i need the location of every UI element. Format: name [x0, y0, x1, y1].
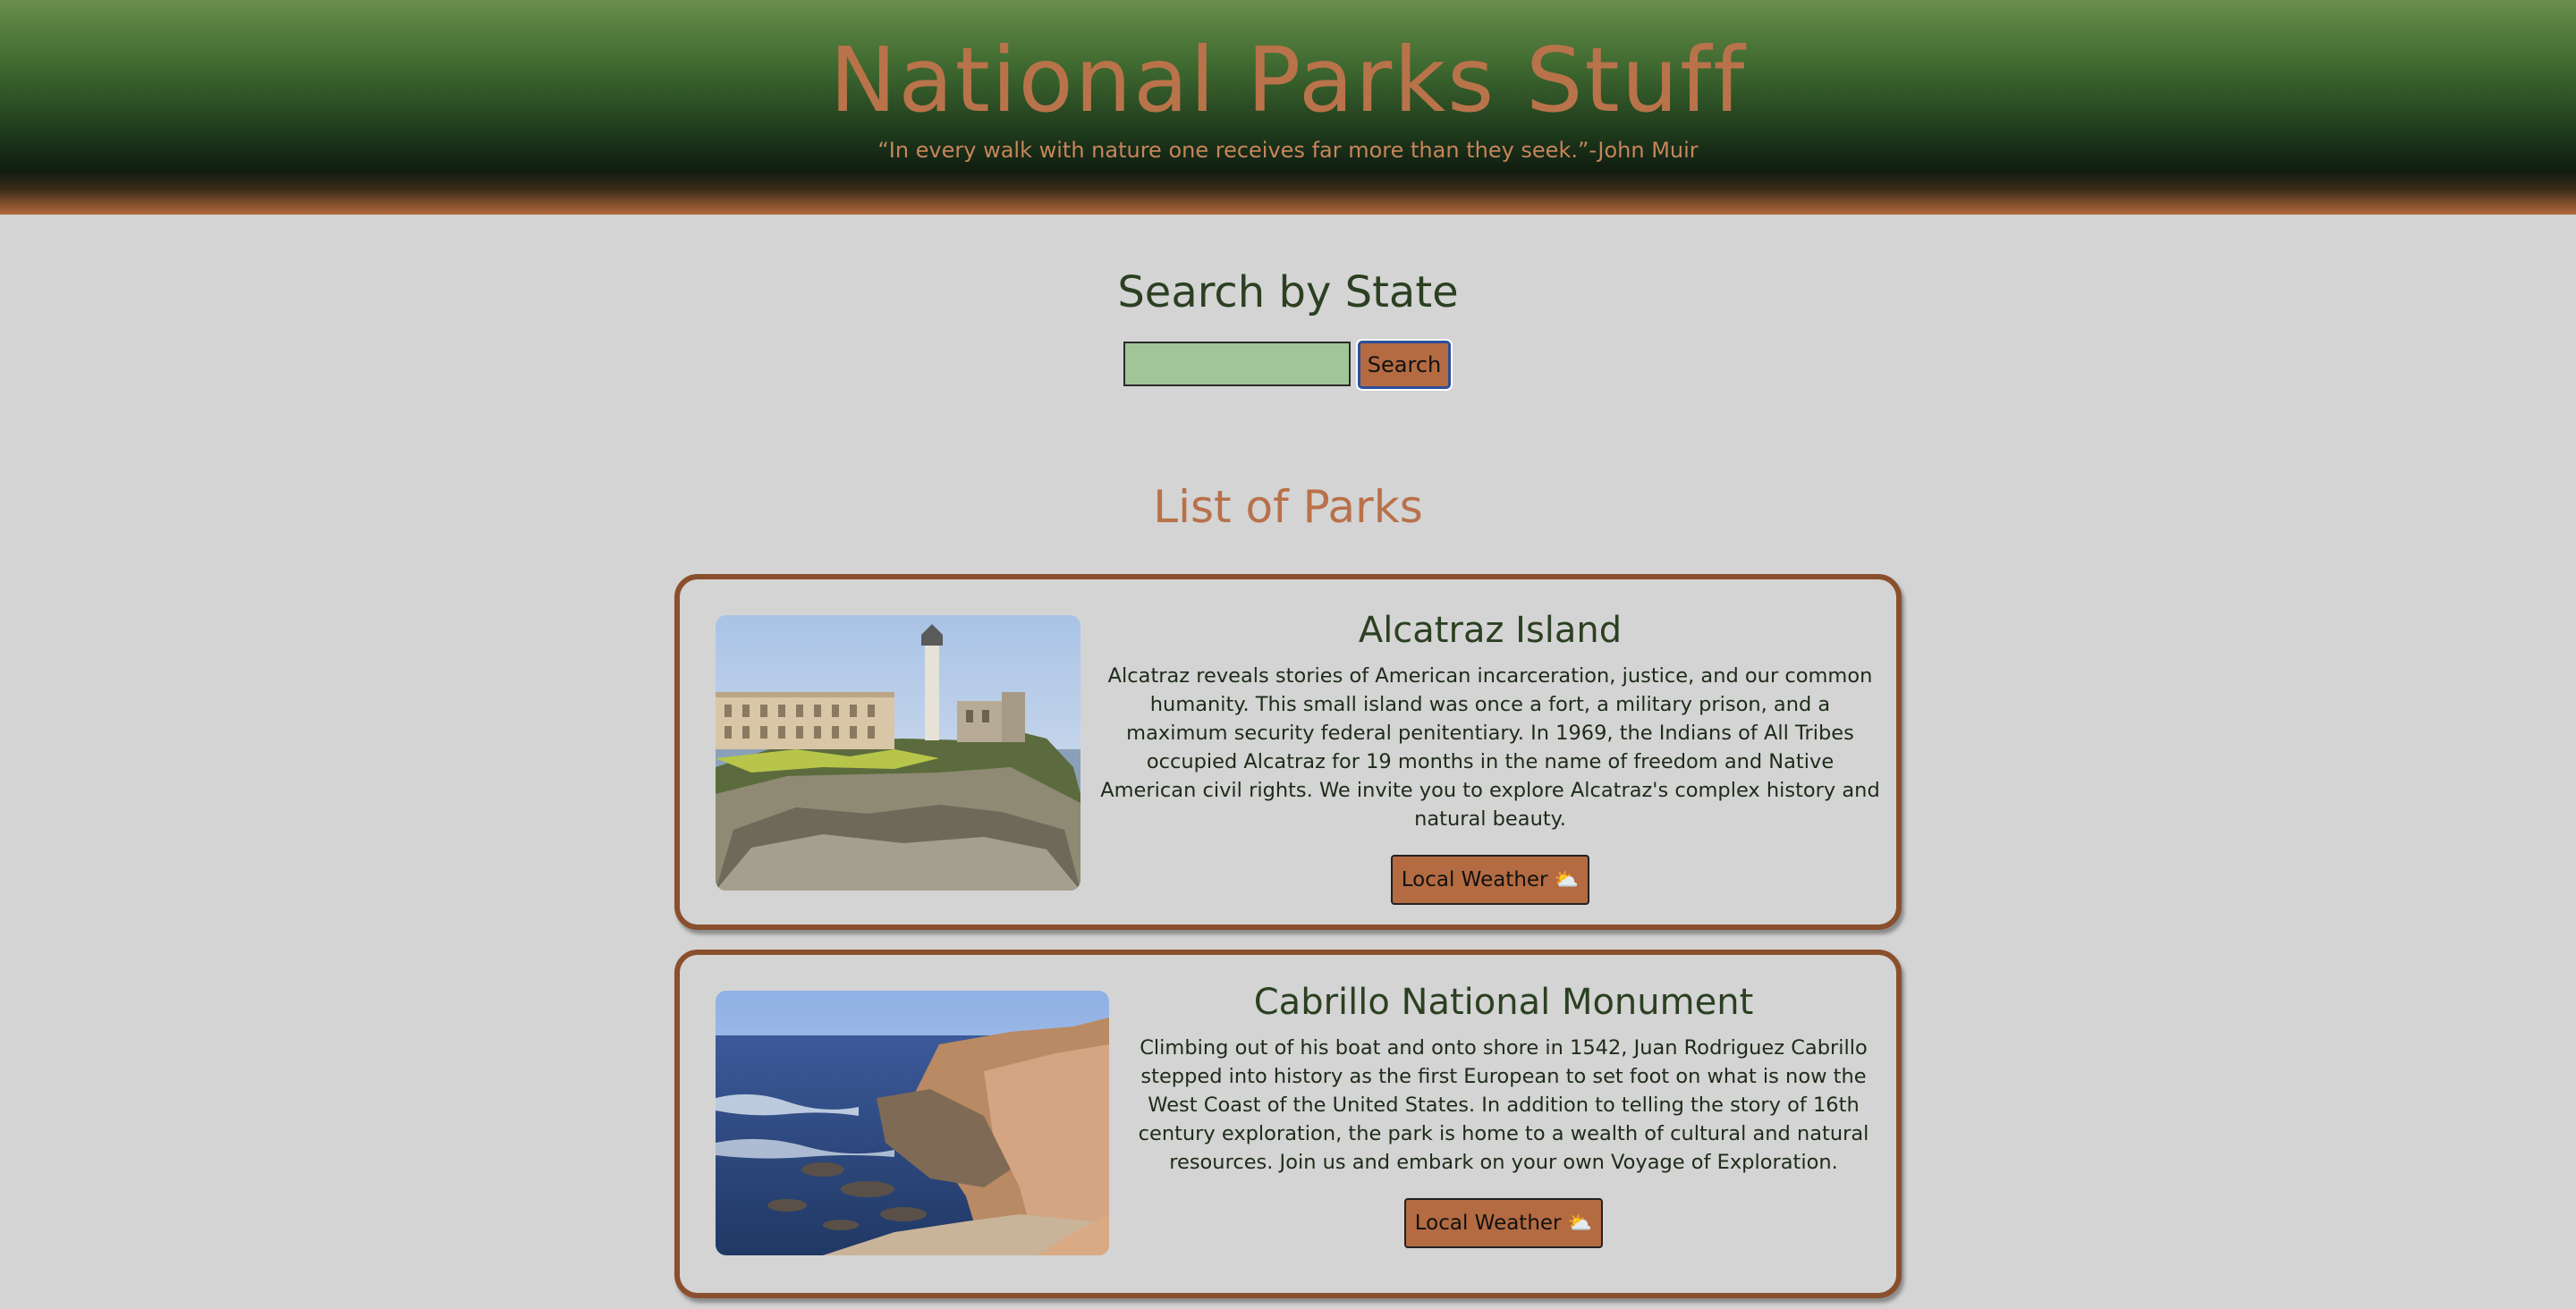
park-name: Cabrillo National Monument	[1253, 982, 1754, 1023]
site-header: National Parks Stuff “In every walk with…	[0, 0, 2576, 215]
local-weather-label: Local Weather	[1401, 868, 1548, 891]
search-heading: Search by State	[1117, 267, 1459, 317]
state-search-input[interactable]	[1123, 342, 1351, 386]
site-quote: “In every walk with nature one receives …	[877, 138, 1699, 163]
sun-behind-cloud-icon: ⛅	[1554, 869, 1580, 891]
search-button[interactable]: Search	[1358, 341, 1451, 389]
park-name: Alcatraz Island	[1358, 610, 1623, 651]
local-weather-button[interactable]: Local Weather ⛅	[1390, 855, 1590, 905]
site-title: National Parks Stuff	[829, 28, 1747, 132]
park-info: Cabrillo National Monument Climbing out …	[1132, 976, 1875, 1248]
local-weather-label: Local Weather	[1414, 1212, 1562, 1235]
park-info: Alcatraz Island Alcatraz reveals stories…	[1097, 604, 1884, 905]
park-list-heading: List of Parks	[1153, 481, 1423, 533]
sun-behind-cloud-icon: ⛅	[1567, 1212, 1593, 1235]
park-description: Alcatraz reveals stories of American inc…	[1100, 664, 1880, 831]
park-photo-alcatraz	[716, 615, 1080, 891]
local-weather-button[interactable]: Local Weather ⛅	[1403, 1198, 1604, 1248]
park-photo-cabrillo	[716, 991, 1109, 1255]
park-card: Cabrillo National Monument Climbing out …	[674, 950, 1902, 1298]
park-description: Climbing out of his boat and onto shore …	[1138, 1036, 1869, 1174]
park-card: Alcatraz Island Alcatraz reveals stories…	[674, 574, 1902, 930]
